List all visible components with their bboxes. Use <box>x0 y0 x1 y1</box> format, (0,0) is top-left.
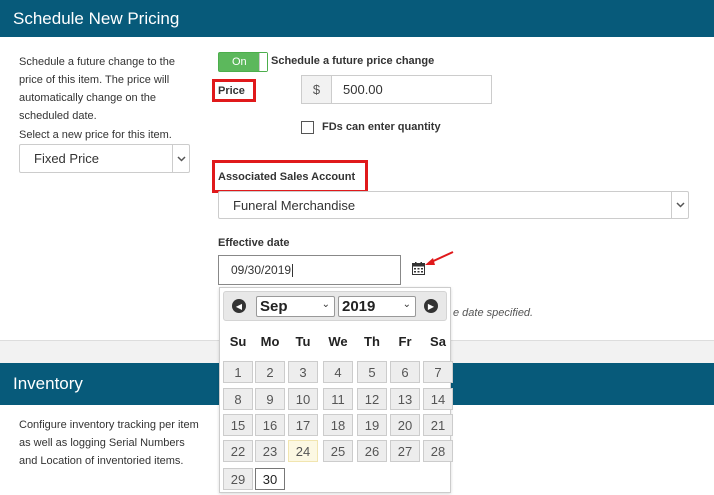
red-arrow-annotation <box>425 251 454 265</box>
sales-account-label-text: Associated Sales Account <box>218 170 356 183</box>
calendar-day[interactable]: 27 <box>390 440 420 462</box>
calendar-day[interactable]: 8 <box>223 388 253 410</box>
calendar-day[interactable]: 30 <box>255 468 285 490</box>
calendar-day[interactable]: 22 <box>223 440 253 462</box>
calendar-day[interactable]: 15 <box>223 414 253 436</box>
calendar-day[interactable]: 13 <box>390 388 420 410</box>
calendar-day[interactable]: 16 <box>255 414 285 436</box>
fd-quantity-label: FDs can enter quantity <box>322 121 441 133</box>
weekday-label: We <box>328 334 348 349</box>
datepicker-header: ◀ Sep ⌄ 2019 ⌄ ▶ <box>223 291 447 321</box>
price-type-select[interactable]: Fixed Price <box>19 144 190 173</box>
price-type-label: Select a new price for this item. <box>19 129 172 141</box>
effective-date-value: 09/30/2019 <box>231 263 292 277</box>
chevron-down-icon: ⌄ <box>402 299 411 310</box>
chevron-down-icon: ⌄ <box>321 299 330 310</box>
inventory-section-title: Inventory <box>13 374 83 393</box>
calendar-day[interactable]: 6 <box>390 361 420 383</box>
calendar-day[interactable]: 18 <box>323 414 353 436</box>
fd-quantity-checkbox[interactable] <box>301 121 314 134</box>
weekday-label: Mo <box>260 334 280 349</box>
calendar-day[interactable]: 10 <box>288 388 318 410</box>
schedule-toggle-text: Schedule a future price change <box>271 55 435 67</box>
currency-addon: $ <box>301 75 332 104</box>
calendar-day[interactable]: 9 <box>255 388 285 410</box>
weekday-label: Th <box>364 334 380 349</box>
calendar-day[interactable]: 24 <box>288 440 318 462</box>
toggle-knob <box>259 53 267 71</box>
calendar-day[interactable]: 28 <box>423 440 453 462</box>
calendar-day[interactable]: 26 <box>357 440 387 462</box>
arrow-right-icon: ▶ <box>427 301 435 311</box>
sales-account-label: Associated Sales Account <box>212 160 368 193</box>
sales-account-value: Funeral Merchandise <box>233 197 356 213</box>
text-caret <box>292 263 294 277</box>
calendar-day[interactable]: 19 <box>357 414 387 436</box>
year-select[interactable]: 2019 ⌄ <box>338 296 416 317</box>
effective-date-input[interactable]: 09/30/2019 <box>218 255 401 285</box>
inventory-description: Configure inventory tracking per item as… <box>19 419 199 467</box>
month-select[interactable]: Sep ⌄ <box>256 296 335 317</box>
calendar-day[interactable]: 20 <box>390 414 420 436</box>
effective-date-hint: e date specified. <box>453 307 534 319</box>
datepicker-popup: ◀ Sep ⌄ 2019 ⌄ ▶ Su Mo Tu We Th Fr Sa 12345678… <box>219 287 453 493</box>
price-input[interactable]: 500.00 <box>332 75 492 104</box>
sales-account-select[interactable]: Funeral Merchandise <box>218 191 689 219</box>
calendar-day[interactable]: 25 <box>323 440 353 462</box>
calendar-day[interactable]: 17 <box>288 414 318 436</box>
price-input-group: $ 500.00 <box>301 75 492 104</box>
weekday-label: Sa <box>430 334 446 349</box>
calendar-day[interactable]: 14 <box>423 388 453 410</box>
calendar-day[interactable]: 4 <box>323 361 353 383</box>
schedule-section-header: Schedule New Pricing <box>0 0 714 37</box>
schedule-description: Schedule a future change to the price of… <box>19 56 175 122</box>
calendar-day[interactable]: 2 <box>255 361 285 383</box>
calendar-day[interactable]: 1 <box>223 361 253 383</box>
month-value: Sep <box>260 298 288 315</box>
next-month-button[interactable]: ▶ <box>424 299 438 313</box>
year-value: 2019 <box>342 298 376 315</box>
schedule-toggle[interactable]: On <box>218 52 268 72</box>
calendar-day[interactable]: 7 <box>423 361 453 383</box>
calendar-day[interactable]: 5 <box>357 361 387 383</box>
calendar-day[interactable]: 3 <box>288 361 318 383</box>
effective-date-label: Effective date <box>218 237 290 249</box>
page: Schedule New Pricing Schedule a future c… <box>0 0 714 495</box>
weekday-label: Su <box>229 334 247 349</box>
arrow-left-icon: ◀ <box>235 301 243 311</box>
price-type-value: Fixed Price <box>34 151 100 166</box>
calendar-day[interactable]: 23 <box>255 440 285 462</box>
prev-month-button[interactable]: ◀ <box>232 299 246 313</box>
price-label-text: Price <box>218 84 245 97</box>
chevron-down-icon <box>172 145 189 172</box>
toggle-state-label: On <box>232 56 247 68</box>
calendar-day[interactable]: 12 <box>357 388 387 410</box>
weekday-label: Tu <box>295 334 311 349</box>
chevron-down-icon <box>671 192 688 218</box>
price-label: Price <box>212 79 256 102</box>
schedule-section-title: Schedule New Pricing <box>13 8 180 28</box>
calendar-day[interactable]: 21 <box>423 414 453 436</box>
calendar-day[interactable]: 29 <box>223 468 253 490</box>
weekday-label: Fr <box>398 334 412 349</box>
calendar-day[interactable]: 11 <box>323 388 353 410</box>
